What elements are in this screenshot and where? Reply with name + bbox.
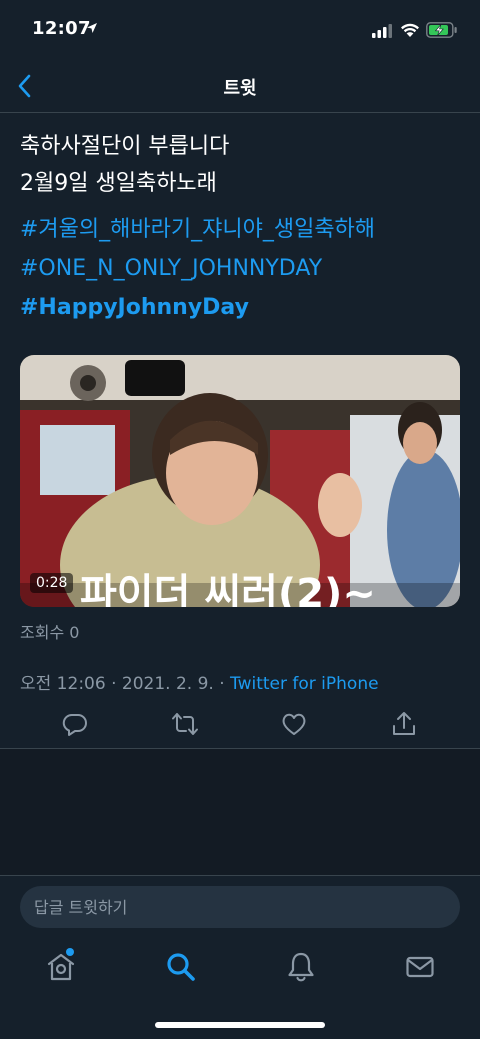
home-notification-dot — [66, 948, 74, 956]
tweet-meta: 오전 12:06 · 2021. 2. 9. · Twitter for iPh… — [20, 669, 379, 694]
tweet-source-link[interactable]: Twitter for iPhone — [230, 674, 379, 694]
hashtag-link[interactable]: #HappyJohnnyDay — [20, 288, 460, 327]
status-time: 12:07 — [32, 18, 91, 39]
cellular-signal-icon — [372, 24, 392, 38]
retweet-icon[interactable] — [171, 710, 199, 738]
notifications-icon[interactable] — [284, 950, 318, 984]
tweet-body: 축하사절단이 부릅니다 2월9일 생일축하노래 #겨울의_해바라기_쟈니야_생일… — [20, 128, 460, 327]
empty-replies-area — [0, 749, 480, 875]
location-arrow-icon — [87, 23, 97, 33]
reply-bar — [0, 875, 480, 928]
video-thumbnail: 파이더 씨러(2)~ — [20, 355, 460, 607]
page-title: 트윗 — [223, 78, 257, 99]
video-duration: 0:28 — [30, 573, 74, 593]
hashtag-list: #겨울의_해바라기_쟈니야_생일축하해 #ONE_N_ONLY_JOHNNYDA… — [20, 210, 460, 327]
tweet-timestamp: 오전 12:06 · 2021. 2. 9. · — [20, 674, 231, 694]
like-icon[interactable] — [280, 710, 308, 738]
home-indicator — [155, 1022, 325, 1028]
tweet-text-line: 2월9일 생일축하노래 — [20, 171, 217, 196]
tweet-actions — [0, 700, 480, 749]
hashtag-link[interactable]: #ONE_N_ONLY_JOHNNYDAY — [20, 249, 460, 288]
tab-bar — [0, 940, 480, 1000]
reply-icon[interactable] — [61, 710, 89, 738]
search-icon[interactable] — [164, 950, 198, 984]
hashtag-link[interactable]: #겨울의_해바라기_쟈니야_생일축하해 — [20, 210, 460, 249]
messages-icon[interactable] — [403, 950, 437, 984]
wifi-icon — [401, 23, 419, 37]
status-bar: 12:07 — [0, 0, 480, 62]
tweet-text-line: 축하사절단이 부릅니다 — [20, 134, 230, 159]
battery-charging-icon — [426, 22, 457, 38]
video-caption: 파이더 씨러(2)~ — [80, 571, 376, 607]
reply-input[interactable] — [20, 886, 460, 928]
navigation-bar: 트윗 — [0, 62, 480, 113]
share-icon[interactable] — [390, 710, 418, 738]
home-icon[interactable] — [44, 950, 78, 984]
view-count: 조회수 0 — [20, 623, 80, 642]
video-player[interactable]: 파이더 씨러(2)~ 0:28 — [20, 355, 460, 607]
